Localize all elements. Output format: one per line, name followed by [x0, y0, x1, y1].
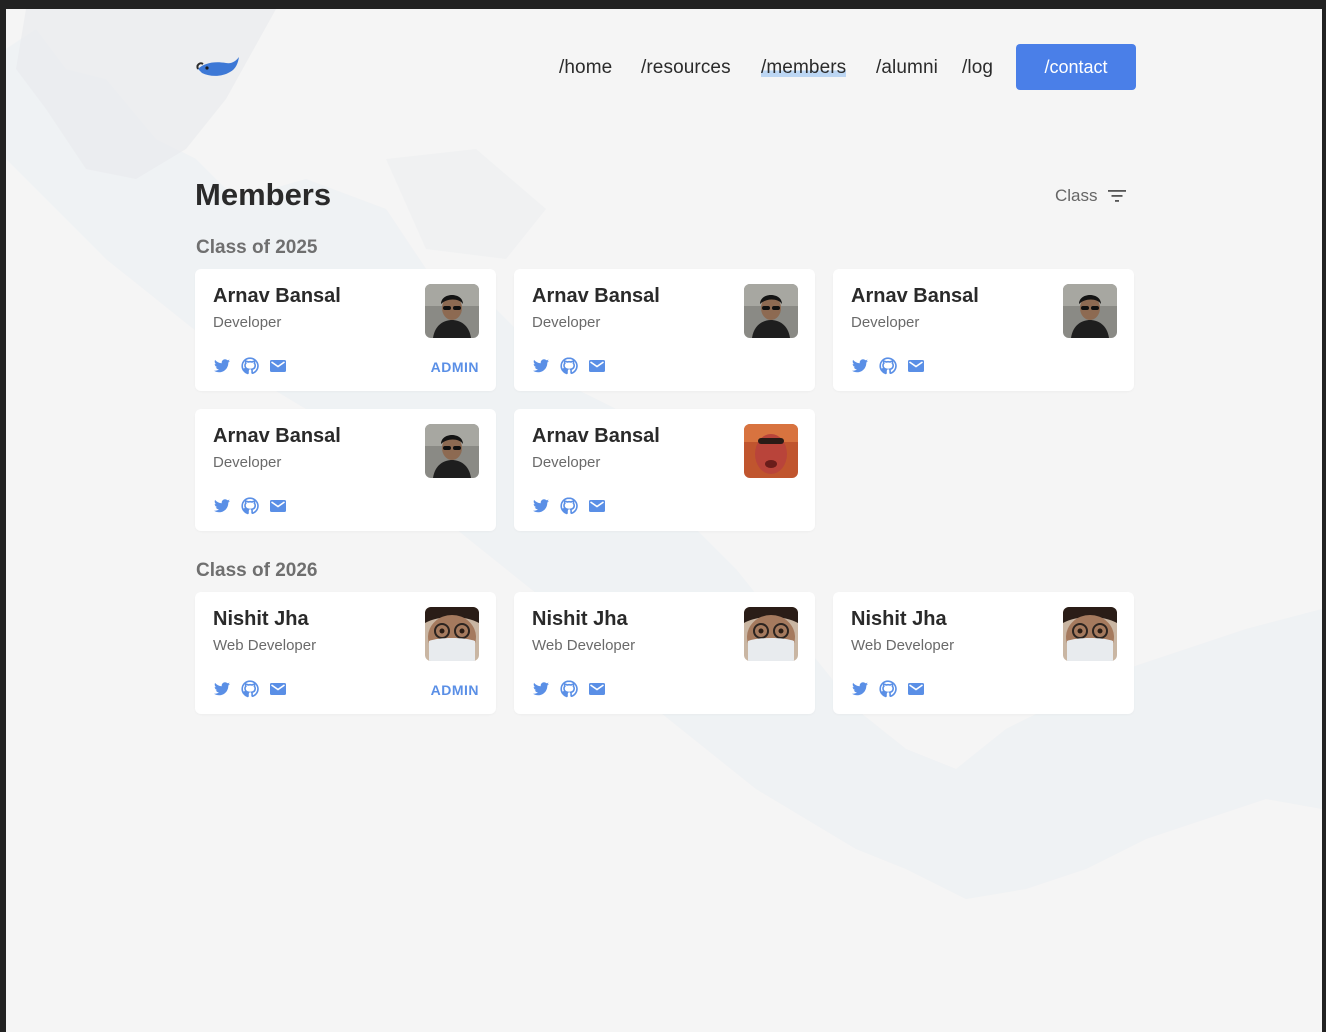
- member-role: Web Developer: [851, 637, 955, 654]
- class-heading: Class of 2026: [196, 560, 318, 581]
- contact-button[interactable]: /contact: [1016, 44, 1136, 90]
- mail-icon[interactable]: [269, 497, 287, 515]
- twitter-icon[interactable]: [851, 680, 869, 698]
- social-links: [851, 680, 925, 698]
- github-icon[interactable]: [241, 497, 259, 515]
- member-name: Nishit Jha: [851, 608, 947, 630]
- mail-icon[interactable]: [907, 680, 925, 698]
- social-links: [532, 680, 606, 698]
- member-name: Arnav Bansal: [532, 285, 660, 307]
- twitter-icon[interactable]: [532, 680, 550, 698]
- avatar: [1063, 284, 1117, 338]
- member-card[interactable]: Arnav Bansal Developer ADMIN: [195, 269, 496, 391]
- nav-log[interactable]: /log: [962, 57, 993, 79]
- filter-label: Class: [1055, 186, 1098, 205]
- member-card[interactable]: Nishit Jha Web Developer ADMIN: [195, 592, 496, 714]
- member-role: Developer: [532, 454, 601, 471]
- avatar: [425, 424, 479, 478]
- github-icon[interactable]: [241, 680, 259, 698]
- nav-alumni[interactable]: /alumni: [876, 57, 938, 79]
- github-icon[interactable]: [879, 680, 897, 698]
- nav-resources[interactable]: /resources: [641, 57, 731, 79]
- member-name: Arnav Bansal: [851, 285, 979, 307]
- social-links: [851, 357, 925, 375]
- member-name: Nishit Jha: [532, 608, 628, 630]
- member-card[interactable]: Arnav Bansal Developer: [514, 269, 815, 391]
- social-links: [213, 497, 287, 515]
- admin-badge: ADMIN: [430, 682, 479, 698]
- twitter-icon[interactable]: [851, 357, 869, 375]
- mail-icon[interactable]: [588, 357, 606, 375]
- avatar: [744, 284, 798, 338]
- member-card[interactable]: Arnav Bansal Developer: [514, 409, 815, 531]
- twitter-icon[interactable]: [213, 680, 231, 698]
- github-icon[interactable]: [879, 357, 897, 375]
- github-icon[interactable]: [560, 497, 578, 515]
- member-role: Web Developer: [532, 637, 636, 654]
- avatar: [425, 607, 479, 661]
- page-title: Members: [195, 177, 332, 212]
- page-viewport: /home /resources /members /alumni /log /…: [6, 9, 1322, 1032]
- avatar: [1063, 607, 1117, 661]
- member-name: Arnav Bansal: [532, 425, 660, 447]
- avatar: [744, 607, 798, 661]
- logo-icon[interactable]: [194, 55, 240, 81]
- social-links: [213, 357, 287, 375]
- member-card[interactable]: Nishit Jha Web Developer: [833, 592, 1134, 714]
- member-card[interactable]: Arnav Bansal Developer: [195, 409, 496, 531]
- social-links: [213, 680, 287, 698]
- github-icon[interactable]: [560, 680, 578, 698]
- avatar: [744, 424, 798, 478]
- member-name: Nishit Jha: [213, 608, 309, 630]
- mail-icon[interactable]: [907, 357, 925, 375]
- member-card[interactable]: Arnav Bansal Developer: [833, 269, 1134, 391]
- nav-members[interactable]: /members: [761, 57, 847, 79]
- site-header: /home /resources /members /alumni /log /…: [6, 9, 1322, 119]
- mail-icon[interactable]: [269, 357, 287, 375]
- mail-icon[interactable]: [588, 497, 606, 515]
- avatar: [425, 284, 479, 338]
- member-name: Arnav Bansal: [213, 425, 341, 447]
- twitter-icon[interactable]: [532, 357, 550, 375]
- class-heading: Class of 2025: [196, 237, 318, 258]
- mail-icon[interactable]: [269, 680, 287, 698]
- nav-home[interactable]: /home: [559, 57, 612, 79]
- twitter-icon[interactable]: [532, 497, 550, 515]
- github-icon[interactable]: [560, 357, 578, 375]
- admin-badge: ADMIN: [430, 359, 479, 375]
- member-role: Developer: [851, 314, 920, 331]
- member-name: Arnav Bansal: [213, 285, 341, 307]
- social-links: [532, 497, 606, 515]
- class-filter[interactable]: Class: [1055, 186, 1126, 206]
- member-role: Developer: [532, 314, 601, 331]
- member-role: Developer: [213, 454, 282, 471]
- twitter-icon[interactable]: [213, 497, 231, 515]
- filter-icon: [1107, 190, 1126, 202]
- member-role: Developer: [213, 314, 282, 331]
- social-links: [532, 357, 606, 375]
- mail-icon[interactable]: [588, 680, 606, 698]
- member-role: Web Developer: [213, 637, 317, 654]
- member-card[interactable]: Nishit Jha Web Developer: [514, 592, 815, 714]
- twitter-icon[interactable]: [213, 357, 231, 375]
- github-icon[interactable]: [241, 357, 259, 375]
